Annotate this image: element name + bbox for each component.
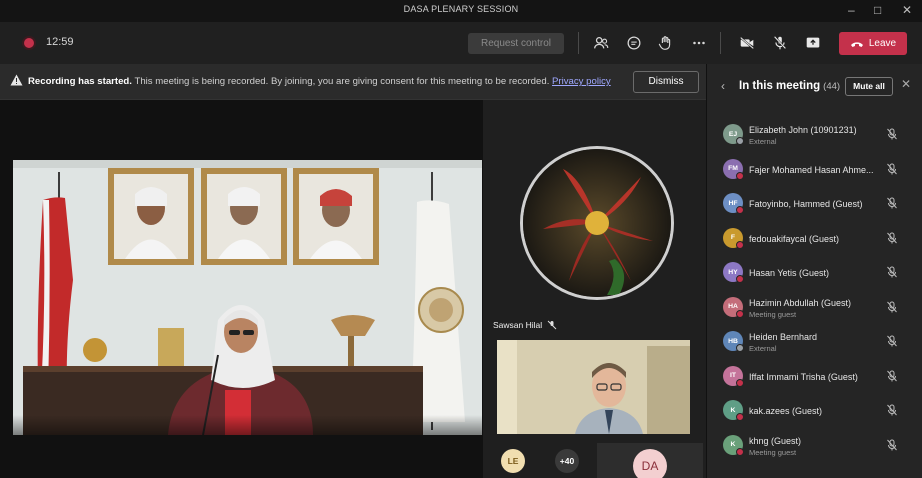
participant-video-image xyxy=(497,340,690,434)
toolbar-divider xyxy=(578,32,579,54)
presence-status-icon xyxy=(736,413,744,421)
participant-count: (44) xyxy=(823,81,841,92)
window-titlebar: DASA PLENARY SESSION – □ ✕ xyxy=(0,0,922,22)
video-controls-bar xyxy=(13,415,482,435)
participant-row[interactable]: HB Heiden Bernhard External xyxy=(707,325,922,360)
presence-status-icon xyxy=(736,206,744,214)
close-window-icon[interactable]: ✕ xyxy=(902,3,912,17)
phone-icon xyxy=(850,41,863,47)
participant-subtitle: Meeting guest xyxy=(749,447,797,457)
participant-row[interactable]: Kkhng (Guest) Meeting guest xyxy=(707,429,922,464)
participant-tiles: Sawsan Hilal LE +40 DA xyxy=(483,100,706,478)
chat-icon[interactable] xyxy=(623,32,645,54)
banner-bold-text: Recording has started. xyxy=(28,76,132,87)
recording-banner: Recording has started. This meeting is b… xyxy=(0,64,706,100)
participant-name: Hazimin Abdullah (Guest) xyxy=(749,297,852,308)
presence-status-icon xyxy=(736,447,744,456)
banner-text: This meeting is being recorded. By joini… xyxy=(131,76,553,87)
dismiss-button[interactable]: Dismiss xyxy=(633,71,699,93)
lily-flower-image xyxy=(523,149,671,297)
participant-subtitle: External xyxy=(749,344,777,353)
maximize-icon[interactable]: □ xyxy=(874,3,881,17)
meeting-timer: 12:59 xyxy=(46,36,74,48)
participant-name: fedouakifaycal (Guest) xyxy=(749,233,840,244)
mic-off-icon[interactable] xyxy=(885,438,899,452)
presence-status-icon xyxy=(736,344,744,352)
participant-row[interactable]: HA Hazimin Abdullah (Guest) Meeting guest xyxy=(707,291,922,326)
participant-avatar-le[interactable]: LE xyxy=(501,449,525,473)
mic-off-icon[interactable] xyxy=(885,162,899,176)
recording-indicator-icon xyxy=(24,38,34,48)
speaker-name: Sawsan Hilal xyxy=(493,320,543,330)
participant-row[interactable]: EJ Elizabeth John (10901231) External xyxy=(707,118,922,153)
people-icon[interactable] xyxy=(590,32,612,54)
participant-row[interactable]: HY Hasan Yetis (Guest) xyxy=(707,256,922,291)
meeting-stage: Sawsan Hilal LE +40 DA xyxy=(0,100,706,478)
mic-off-icon[interactable] xyxy=(885,231,899,245)
participant-name: Elizabeth John (10901231) xyxy=(749,125,857,135)
privacy-policy-link[interactable]: Privacy policy xyxy=(552,76,611,87)
mic-off-icon[interactable] xyxy=(885,265,899,279)
participant-avatar-image[interactable] xyxy=(520,146,674,300)
speaker-video-image xyxy=(13,160,482,435)
banner-message: Recording has started. This meeting is b… xyxy=(28,76,611,87)
participant-name: kak.azees (Guest) xyxy=(749,406,823,416)
participant-strip: LE +40 DA xyxy=(483,443,706,478)
share-screen-icon[interactable] xyxy=(802,32,824,54)
participant-name: Heiden Bernhard xyxy=(749,332,818,342)
participant-name: Fajer Mohamed Hasan Ahme... xyxy=(749,164,874,175)
leave-label: Leave xyxy=(868,38,897,49)
panel-title-text: In this meeting xyxy=(739,80,821,92)
participant-row[interactable]: FM Fajer Mohamed Hasan Ahme... xyxy=(707,153,922,188)
participant-row[interactable]: HF Fatoyinbo, Hammed (Guest) xyxy=(707,187,922,222)
leave-button[interactable]: Leave xyxy=(839,32,907,55)
participant-row[interactable]: Kkak.azees (Guest) xyxy=(707,394,922,429)
mic-off-icon[interactable] xyxy=(769,32,791,54)
participant-tile-da[interactable]: DA xyxy=(597,443,703,478)
presence-status-icon xyxy=(736,309,744,318)
participant-avatar-da: DA xyxy=(633,449,667,478)
camera-off-icon[interactable] xyxy=(736,32,758,54)
participant-row[interactable]: Ffedouakifaycal (Guest) xyxy=(707,222,922,257)
participant-row[interactable]: IT Iffat Immami Trisha (Guest) xyxy=(707,360,922,395)
close-panel-icon[interactable]: ✕ xyxy=(901,77,911,91)
participant-list: EJ Elizabeth John (10901231) External FM Faj… xyxy=(707,118,922,463)
mute-all-button[interactable]: Mute all xyxy=(845,77,893,96)
meeting-toolbar: 12:59 Request control Leave xyxy=(0,22,922,64)
muted-mic-icon xyxy=(547,320,557,330)
panel-title: In this meeting (44) xyxy=(739,80,840,92)
participant-subtitle: Meeting guest xyxy=(749,309,797,319)
presence-status-icon xyxy=(736,378,744,387)
presence-status-icon xyxy=(736,240,744,249)
presence-status-icon xyxy=(736,137,744,145)
toolbar-divider xyxy=(720,32,721,54)
more-participants-count[interactable]: +40 xyxy=(555,449,579,473)
request-control-button[interactable]: Request control xyxy=(468,33,564,54)
main-video-feed[interactable] xyxy=(13,160,482,435)
mic-off-icon[interactable] xyxy=(885,369,899,383)
back-chevron-icon[interactable]: ‹ xyxy=(721,79,725,93)
speaker-name-tag: Sawsan Hilal xyxy=(493,320,557,330)
warning-icon xyxy=(10,74,23,86)
raise-hand-icon[interactable] xyxy=(655,32,677,54)
participant-name: Hasan Yetis (Guest) xyxy=(749,268,830,278)
mic-off-icon[interactable] xyxy=(885,334,899,348)
presence-status-icon xyxy=(736,275,744,283)
minimize-icon[interactable]: – xyxy=(848,3,855,17)
presence-status-icon xyxy=(736,171,744,180)
mic-off-icon[interactable] xyxy=(885,300,899,314)
participant-name: khng (Guest) xyxy=(749,435,802,446)
panel-header: ‹ In this meeting (44) Mute all ✕ xyxy=(707,64,922,110)
mic-off-icon[interactable] xyxy=(885,196,899,210)
more-icon[interactable] xyxy=(688,32,710,54)
window-title: DASA PLENARY SESSION xyxy=(403,4,519,14)
participants-panel: ‹ In this meeting (44) Mute all ✕ EJ Eliza… xyxy=(706,64,922,478)
participant-video-tile[interactable] xyxy=(497,340,690,434)
participant-subtitle: External xyxy=(749,137,777,146)
mic-off-icon[interactable] xyxy=(885,127,899,141)
mic-off-icon[interactable] xyxy=(885,403,899,417)
participant-name: Fatoyinbo, Hammed (Guest) xyxy=(749,199,863,209)
participant-name: Iffat Immami Trisha (Guest) xyxy=(749,371,858,382)
